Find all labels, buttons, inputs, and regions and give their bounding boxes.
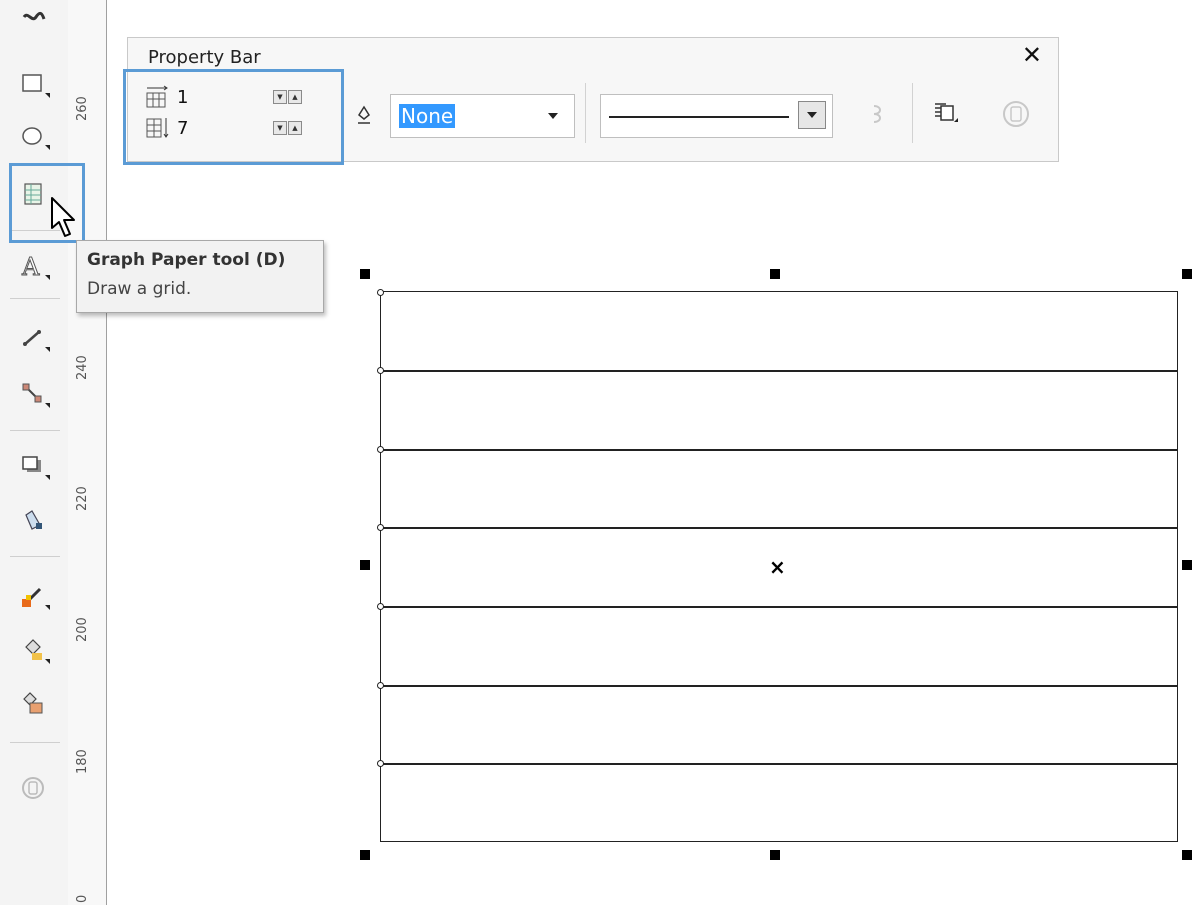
- fill-tool-button[interactable]: [14, 632, 52, 668]
- transparency-icon: [25, 510, 42, 530]
- ruler-label: 0: [75, 894, 90, 903]
- rectangle-icon: [22, 74, 42, 92]
- flyout-indicator-icon: [45, 403, 50, 408]
- selection-handle-bottom-left[interactable]: [360, 850, 370, 860]
- property-bar-separator: [912, 83, 913, 143]
- tooltip-title: Graph Paper tool (D): [87, 250, 286, 270]
- selection-handle-top-right[interactable]: [1182, 269, 1192, 279]
- text-icon: A: [21, 253, 41, 282]
- selection-handle-bottom[interactable]: [770, 850, 780, 860]
- grid-node[interactable]: [377, 524, 384, 531]
- ruler-label: 240: [75, 355, 90, 380]
- flyout-indicator-icon: [45, 347, 50, 352]
- grid-row-line: [381, 685, 1177, 687]
- toolbox-separator: [10, 298, 60, 299]
- close-button[interactable]: ✕: [1022, 41, 1042, 69]
- flyout-indicator-icon: [45, 605, 50, 610]
- ruler-label: 200: [75, 617, 90, 642]
- freehand-tool-button[interactable]: [14, 2, 52, 38]
- selection-handle-top-left[interactable]: [360, 269, 370, 279]
- chevron-down-icon[interactable]: [548, 113, 558, 119]
- flyout-indicator-icon: [45, 93, 50, 98]
- selection-handle-bottom-right[interactable]: [1182, 850, 1192, 860]
- ellipse-icon: [22, 127, 42, 145]
- grid-row-line: [381, 763, 1177, 765]
- vertical-ruler[interactable]: 260 240 220 200 180 0: [68, 0, 107, 905]
- line-style-dropdown[interactable]: [600, 94, 833, 138]
- ellipse-tool-button[interactable]: [14, 118, 52, 154]
- grid-node[interactable]: [377, 760, 384, 767]
- dimension-tool-button[interactable]: [14, 320, 52, 356]
- eyedropper-tool-button[interactable]: [14, 578, 52, 614]
- property-bar-separator: [585, 83, 586, 143]
- line-style-dropdown-button[interactable]: [798, 101, 826, 129]
- grid-node[interactable]: [377, 367, 384, 374]
- connector-icon: [22, 383, 42, 403]
- svg-text:A: A: [21, 253, 40, 281]
- grid-node[interactable]: [377, 289, 384, 296]
- selection-handle-right[interactable]: [1182, 560, 1192, 570]
- object-properties-icon[interactable]: [1000, 98, 1032, 130]
- outline-width-dropdown[interactable]: None: [390, 94, 575, 138]
- grid-row-line: [381, 449, 1177, 451]
- flyout-indicator-icon: [45, 659, 50, 664]
- ruler-label: 220: [75, 486, 90, 511]
- mouse-cursor-icon: [51, 197, 75, 237]
- grid-node[interactable]: [377, 446, 384, 453]
- grid-row-line: [381, 527, 1177, 529]
- smart-fill-icon: [23, 692, 43, 714]
- drop-shadow-tool-button[interactable]: [14, 448, 52, 484]
- toolbox-separator: [10, 742, 60, 743]
- text-tool-button[interactable]: A: [14, 248, 52, 284]
- outline-width-value: None: [399, 104, 456, 128]
- toolbox-separator: [10, 430, 60, 431]
- rectangle-tool-button[interactable]: [14, 66, 52, 102]
- smart-fill-tool-button[interactable]: [14, 686, 52, 722]
- flyout-indicator-icon: [45, 145, 50, 150]
- drop-shadow-icon: [22, 456, 41, 472]
- eyedropper-icon: [22, 587, 42, 607]
- object-icon: [22, 777, 44, 799]
- wrap-paragraph-text-icon[interactable]: [930, 98, 962, 130]
- line-style-preview: [609, 116, 789, 118]
- tooltip: Graph Paper tool (D) Draw a grid.: [76, 240, 324, 313]
- grid-size-highlight: [123, 69, 344, 165]
- grid-row-line: [381, 370, 1177, 372]
- reverse-direction-icon[interactable]: [862, 98, 894, 130]
- selection-handle-top[interactable]: [770, 269, 780, 279]
- disabled-tool-button[interactable]: [14, 770, 52, 806]
- selection-handle-left[interactable]: [360, 560, 370, 570]
- grid-row-line: [381, 606, 1177, 608]
- toolbox: A: [0, 0, 69, 905]
- flyout-indicator-icon: [45, 275, 50, 280]
- dimension-icon: [23, 330, 41, 346]
- fill-bucket-icon: [25, 639, 42, 660]
- outline-pen-icon: [358, 105, 370, 124]
- toolbox-separator: [10, 556, 60, 557]
- flyout-indicator-icon: [45, 475, 50, 480]
- grid-node[interactable]: [377, 682, 384, 689]
- transparency-tool-button[interactable]: [14, 502, 52, 538]
- center-marker[interactable]: ×: [769, 555, 786, 579]
- ruler-label: 180: [75, 749, 90, 774]
- property-bar-title: Property Bar: [148, 47, 261, 68]
- grid-node[interactable]: [377, 603, 384, 610]
- tooltip-description: Draw a grid.: [87, 279, 192, 299]
- freehand-icon: [22, 11, 46, 21]
- ruler-label: 260: [75, 96, 90, 121]
- connector-tool-button[interactable]: [14, 376, 52, 412]
